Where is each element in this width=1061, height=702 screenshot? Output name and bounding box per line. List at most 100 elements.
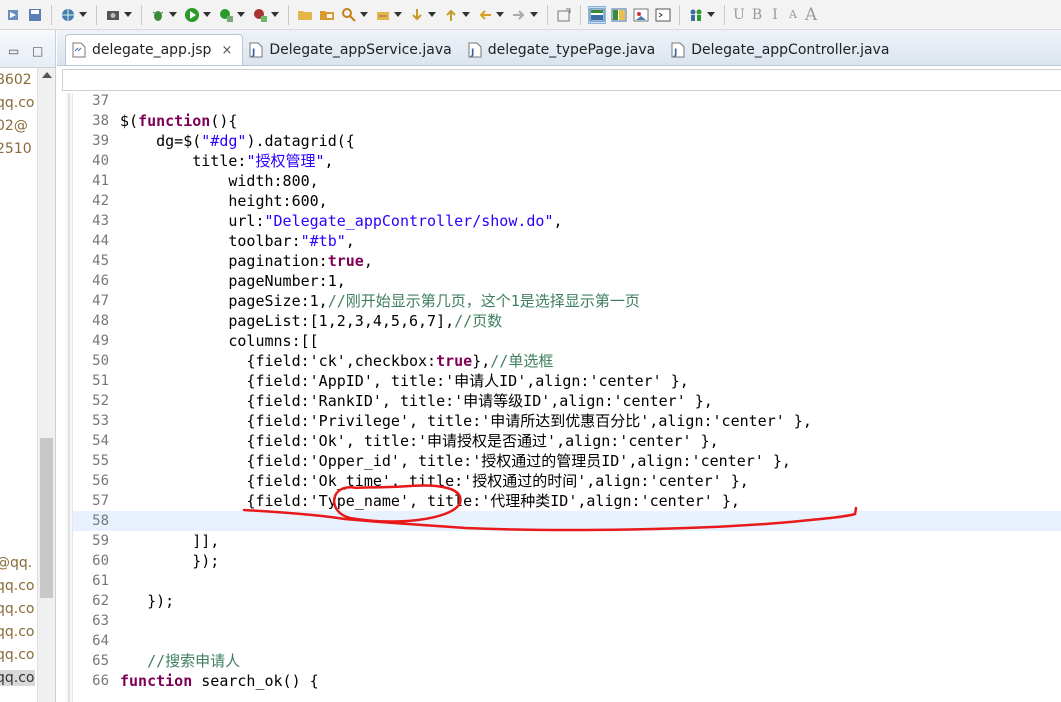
skip-icon[interactable] (5, 7, 21, 23)
left-panel-row[interactable]: qq.co (0, 670, 35, 686)
camera-icon[interactable] (105, 7, 121, 23)
code-line[interactable]: 65 //搜索申请人 (73, 651, 1061, 671)
underline-button[interactable]: U (730, 7, 748, 23)
code-line[interactable]: 53 {field:'Privilege', title:'申请所达到优惠百分比… (73, 411, 1061, 431)
code-line[interactable]: 55 {field:'Opper_id', title:'授权通过的管理员ID'… (73, 451, 1061, 471)
save-icon[interactable] (27, 7, 43, 23)
code-line[interactable]: 57 {field:'Type_name', title:'代理种类ID',al… (73, 491, 1061, 511)
code-line[interactable]: 62 }); (73, 591, 1061, 611)
external-tools-icon[interactable] (252, 7, 268, 23)
tab-active[interactable]: delegate_app.jsp × (65, 34, 244, 65)
layout-vertical-icon[interactable] (611, 7, 627, 23)
font-larger-button[interactable]: A (802, 5, 820, 25)
new-window-icon[interactable] (556, 7, 572, 23)
code-line[interactable]: 40 title:"授权管理", (73, 151, 1061, 171)
line-number: 42 (92, 193, 109, 209)
code-line[interactable]: 45 pagination:true, (73, 251, 1061, 271)
line-number: 63 (92, 613, 109, 629)
code-line[interactable]: 49 columns:[[ (73, 331, 1061, 351)
globe-icon[interactable] (60, 7, 76, 23)
code-area[interactable]: 37 38 $(function(){39 dg=$("#dg").datagrid… (73, 93, 1061, 702)
comment-token: //刚开始显示第几页，这个1是选择显示第一页 (327, 292, 640, 310)
code-line[interactable]: 52 {field:'RankID', title:'申请等级ID',align… (73, 391, 1061, 411)
dropdown-arrow-icon[interactable] (707, 12, 715, 17)
left-panel-row[interactable]: @qq. (0, 555, 32, 571)
code-line[interactable]: 38 $(function(){ (73, 111, 1061, 131)
left-panel-row[interactable]: qq.co (0, 578, 35, 594)
code-line[interactable]: 63 (73, 611, 1061, 631)
code-line[interactable]: 61 (73, 571, 1061, 591)
code-line[interactable]: 41 width:800, (73, 171, 1061, 191)
dropdown-arrow-icon[interactable] (79, 12, 87, 17)
left-panel-row[interactable]: qq.co (0, 647, 35, 663)
run-server-icon[interactable] (218, 7, 234, 23)
code-line[interactable]: 64 (73, 631, 1061, 651)
line-number: 65 (92, 653, 109, 669)
close-icon[interactable]: × (221, 43, 232, 58)
code-line[interactable]: 47 pageSize:1,//刚开始显示第几页，这个1是选择显示第一页 (73, 291, 1061, 311)
code-editor: delegate_app.jsp × J Delegate_appService.ja… (57, 30, 1061, 702)
open-type-icon[interactable] (319, 7, 335, 23)
italic-button[interactable]: I (766, 7, 784, 23)
next-annotation-icon[interactable] (409, 7, 425, 23)
code-line[interactable]: 42 height:600, (73, 191, 1061, 211)
dropdown-arrow-icon[interactable] (237, 12, 245, 17)
prev-annotation-icon[interactable] (443, 7, 459, 23)
search-icon[interactable] (341, 7, 357, 23)
dropdown-arrow-icon[interactable] (169, 12, 177, 17)
open-folder-icon[interactable] (297, 7, 313, 23)
left-panel-row[interactable]: qq.co (0, 95, 35, 111)
code-line[interactable]: 56 {field:'Ok_time', title:'授权通过的时间',ali… (73, 471, 1061, 491)
back-icon[interactable] (477, 7, 493, 23)
image-icon[interactable] (633, 7, 649, 23)
code-line[interactable]: 66 function search_ok() { (73, 671, 1061, 691)
tab[interactable]: Jdelegate_typePage.java (462, 35, 666, 65)
code-line[interactable]: 39 dg=$("#dg").datagrid({ (73, 131, 1061, 151)
code-line[interactable]: 51 {field:'AppID', title:'申请人ID',align:'… (73, 371, 1061, 391)
code-line[interactable]: 46 pageNumber:1, (73, 271, 1061, 291)
left-panel-row[interactable]: 2510 (0, 141, 32, 157)
font-smaller-button[interactable]: A (784, 8, 802, 21)
code-line[interactable]: 48 pageList:[1,2,3,4,5,6,7],//页数 (73, 311, 1061, 331)
line-number: 50 (92, 353, 109, 369)
maximize-icon[interactable]: □ (32, 44, 43, 58)
dropdown-arrow-icon[interactable] (203, 12, 211, 17)
people-icon[interactable] (688, 7, 704, 23)
bold-button[interactable]: B (748, 7, 766, 23)
dropdown-arrow-icon[interactable] (394, 12, 402, 17)
run-icon[interactable] (184, 7, 200, 23)
code-line[interactable]: 59 ]], (73, 531, 1061, 551)
dropdown-arrow-icon[interactable] (496, 12, 504, 17)
left-panel-row[interactable]: qq.co (0, 624, 35, 640)
left-panel-row[interactable]: 02@ (0, 118, 28, 134)
left-panel-row[interactable]: qq.co (0, 601, 35, 617)
code-token: {field:'Privilege', title:'申请所达到优惠百分比',a… (120, 412, 812, 430)
dropdown-arrow-icon[interactable] (530, 12, 538, 17)
tab[interactable]: J Delegate_appService.java (243, 35, 461, 65)
code-text: {field:'ck',checkbox:true},//单选框 (120, 351, 553, 371)
dropdown-arrow-icon[interactable] (360, 12, 368, 17)
dropdown-arrow-icon[interactable] (428, 12, 436, 17)
dropdown-arrow-icon[interactable] (271, 12, 279, 17)
dropdown-arrow-icon[interactable] (462, 12, 470, 17)
minimize-icon[interactable]: ▭ (8, 44, 19, 58)
debug-icon[interactable] (150, 7, 166, 23)
forward-icon[interactable] (511, 7, 527, 23)
left-panel-row[interactable]: 8602 (0, 72, 32, 88)
svg-text:J: J (673, 48, 677, 58)
code-line[interactable]: 50 {field:'ck',checkbox:true},//单选框 (73, 351, 1061, 371)
scrollbar-thumb[interactable] (40, 438, 53, 598)
terminal-icon[interactable] (655, 7, 671, 23)
left-panel-scrollbar[interactable] (37, 68, 55, 702)
dropdown-arrow-icon[interactable] (124, 12, 132, 17)
layout-horizontal-icon[interactable] (588, 5, 606, 24)
code-line[interactable]: 60 }); (73, 551, 1061, 571)
code-line[interactable]: 58 (73, 511, 1061, 531)
code-line[interactable]: 54 {field:'Ok', title:'申请授权是否通过',align:'… (73, 431, 1061, 451)
open-task-icon[interactable] (375, 7, 391, 23)
tab[interactable]: J Delegate_appController.java (665, 35, 899, 65)
scroll-up-icon[interactable] (42, 72, 52, 78)
code-line[interactable]: 44 toolbar:"#tb", (73, 231, 1061, 251)
code-line[interactable]: 43 url:"Delegate_appController/show.do", (73, 211, 1061, 231)
code-line[interactable]: 37 (73, 91, 1061, 111)
